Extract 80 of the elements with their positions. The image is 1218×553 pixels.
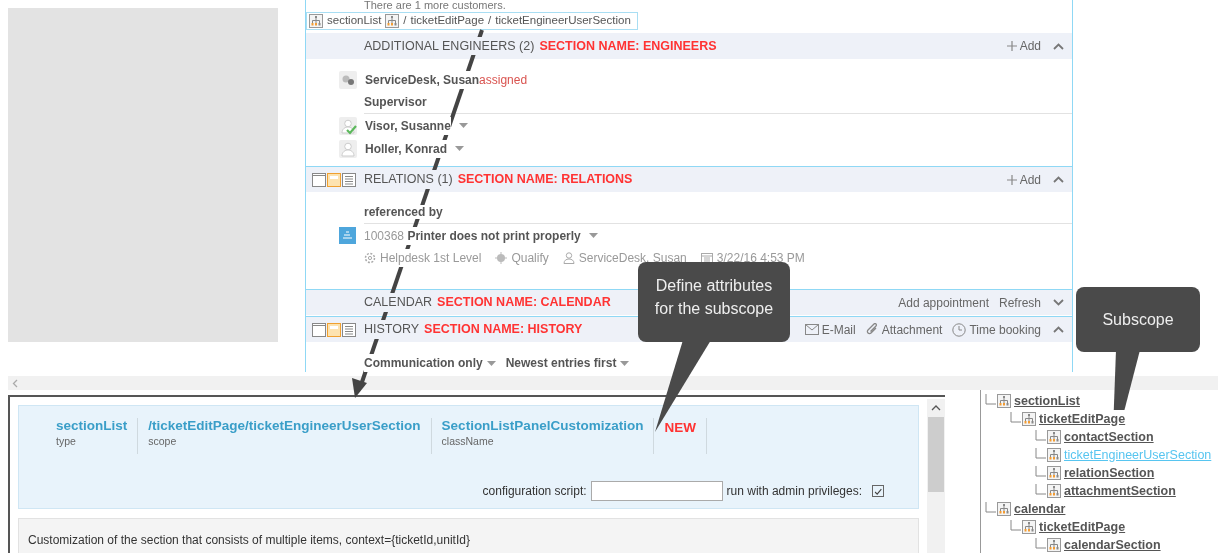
person-name: ServiceDesk, Susanassigned [365, 70, 528, 89]
person-name: Visor, Susanne [365, 116, 451, 135]
lines-page-icon[interactable] [342, 322, 356, 337]
blank-page-icon[interactable] [312, 322, 326, 337]
property-label: type [56, 434, 77, 449]
admin-checkbox[interactable] [872, 485, 884, 497]
clock-icon [952, 322, 967, 337]
highlighted-page-icon[interactable] [327, 172, 341, 187]
hierarchy-icon [1035, 448, 1061, 462]
section-action-button[interactable]: Time booking [952, 320, 1041, 339]
horizontal-scrollbar[interactable] [8, 376, 1218, 390]
new-label: NEW [664, 419, 696, 437]
configuration-script-field[interactable] [590, 481, 723, 501]
hierarchy-icon [1035, 430, 1061, 444]
caret-icon[interactable] [486, 360, 496, 366]
collapse-button[interactable] [1051, 176, 1066, 183]
user-icon [562, 252, 575, 264]
customers-note: There are 1 more customers. [364, 0, 507, 12]
property-value: sectionList [56, 418, 128, 434]
tree-item[interactable]: ticketEditPage [1039, 409, 1126, 429]
person-name: Holler, Konrad [365, 139, 447, 158]
gear-icon [364, 252, 376, 264]
hierarchy-icon [985, 502, 1011, 516]
collapse-button[interactable] [1051, 326, 1066, 333]
paperclip-icon [865, 322, 879, 337]
section-action-button[interactable]: Add [1006, 37, 1041, 55]
section-title: HISTORY [364, 320, 420, 339]
breadcrumb-separator: / [488, 13, 492, 29]
property-value: /ticketEditPage/ticketEngineerUserSection [148, 418, 421, 434]
blank-page-icon[interactable] [312, 172, 326, 187]
envelope-icon [804, 324, 819, 335]
subheading: Supervisor [364, 95, 427, 109]
hierarchy-icon [1010, 520, 1036, 534]
section-action-button[interactable]: Add appointment [898, 293, 989, 312]
section-title: CALENDAR [364, 293, 433, 312]
ticket-meta: Helpdesk 1st Level [380, 249, 482, 267]
field-label: configuration script: [482, 483, 587, 500]
hierarchy-icon [1010, 412, 1036, 426]
lines-page-icon[interactable] [342, 172, 356, 187]
plus-icon [1006, 41, 1017, 51]
field-label: run with admin privileges: [726, 483, 862, 500]
crosshair-icon [495, 252, 508, 264]
ticket-title[interactable]: 100368 Printer does not print properly [364, 226, 581, 245]
hierarchy-icon [309, 14, 323, 28]
section-action-button[interactable]: Refresh [998, 293, 1041, 312]
property-label: className [441, 434, 495, 449]
caret-icon[interactable] [455, 146, 464, 151]
breadcrumb-link[interactable]: ticketEditPage [410, 12, 485, 30]
chevron-left-icon[interactable] [12, 378, 18, 388]
plus-icon [1006, 174, 1017, 185]
callout-bubble: Subscope [1076, 287, 1200, 352]
filter-dropdown[interactable]: Communication only [364, 354, 483, 372]
ticket-icon [339, 227, 356, 244]
subheading: referenced by [364, 205, 443, 219]
hierarchy-icon [385, 14, 400, 28]
collapse-button[interactable] [1051, 42, 1066, 50]
description: Customization of the section that consists of multiple items, context={ticketId,unitId} [18, 518, 919, 553]
caret-icon[interactable] [620, 360, 630, 366]
breadcrumb-link[interactable]: sectionList [327, 12, 382, 30]
property-value: SectionListPanelCustomization [441, 418, 644, 434]
breadcrumb-separator: / [403, 13, 407, 29]
vertical-scrollbar[interactable] [927, 399, 945, 553]
hierarchy-icon [1035, 538, 1061, 552]
hierarchy-icon [1035, 484, 1061, 498]
section-title: ADDITIONAL ENGINEERS (2) [364, 36, 535, 56]
caret-icon[interactable] [588, 233, 598, 238]
chevron-up-icon[interactable] [931, 405, 941, 411]
hierarchy-icon [985, 394, 1011, 408]
breadcrumb-link[interactable]: ticketEngineerUserSection [495, 12, 631, 30]
caret-icon[interactable] [458, 123, 468, 128]
calendar-icon [700, 252, 713, 264]
property-label: scope [148, 434, 178, 449]
tree-item[interactable]: contactSection [1064, 427, 1154, 447]
hierarchy-icon [1035, 466, 1061, 480]
section-action-button[interactable]: Add [1006, 170, 1041, 189]
section-title: RELATIONS (1) [364, 170, 453, 189]
section-action-button[interactable]: Attachment [865, 320, 943, 339]
expand-button[interactable] [1051, 299, 1066, 306]
highlighted-page-icon[interactable] [327, 322, 341, 337]
section-action-button[interactable]: E-Mail [804, 320, 856, 339]
